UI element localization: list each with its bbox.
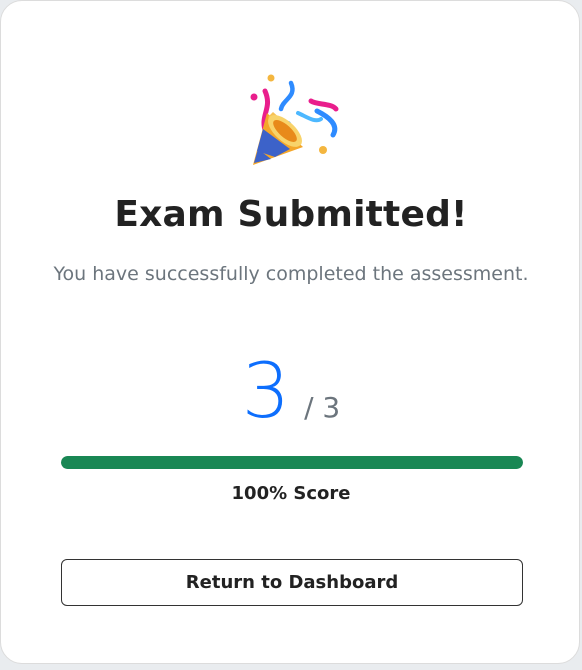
page-subtitle: You have successfully completed the asse… [53,263,529,285]
score-percent-label: 100% Score [231,483,351,504]
result-card: Exam Submitted! You have successfully co… [0,0,580,664]
party-popper-icon [241,73,341,177]
score-total: / 3 [304,391,341,424]
return-to-dashboard-button[interactable]: Return to Dashboard [61,559,523,606]
page-title: Exam Submitted! [114,194,468,235]
score-progress-bar [61,456,523,469]
score-display: 3 / 3 [1,349,581,433]
score-correct: 3 [241,346,291,435]
score-progress-fill [61,456,523,469]
